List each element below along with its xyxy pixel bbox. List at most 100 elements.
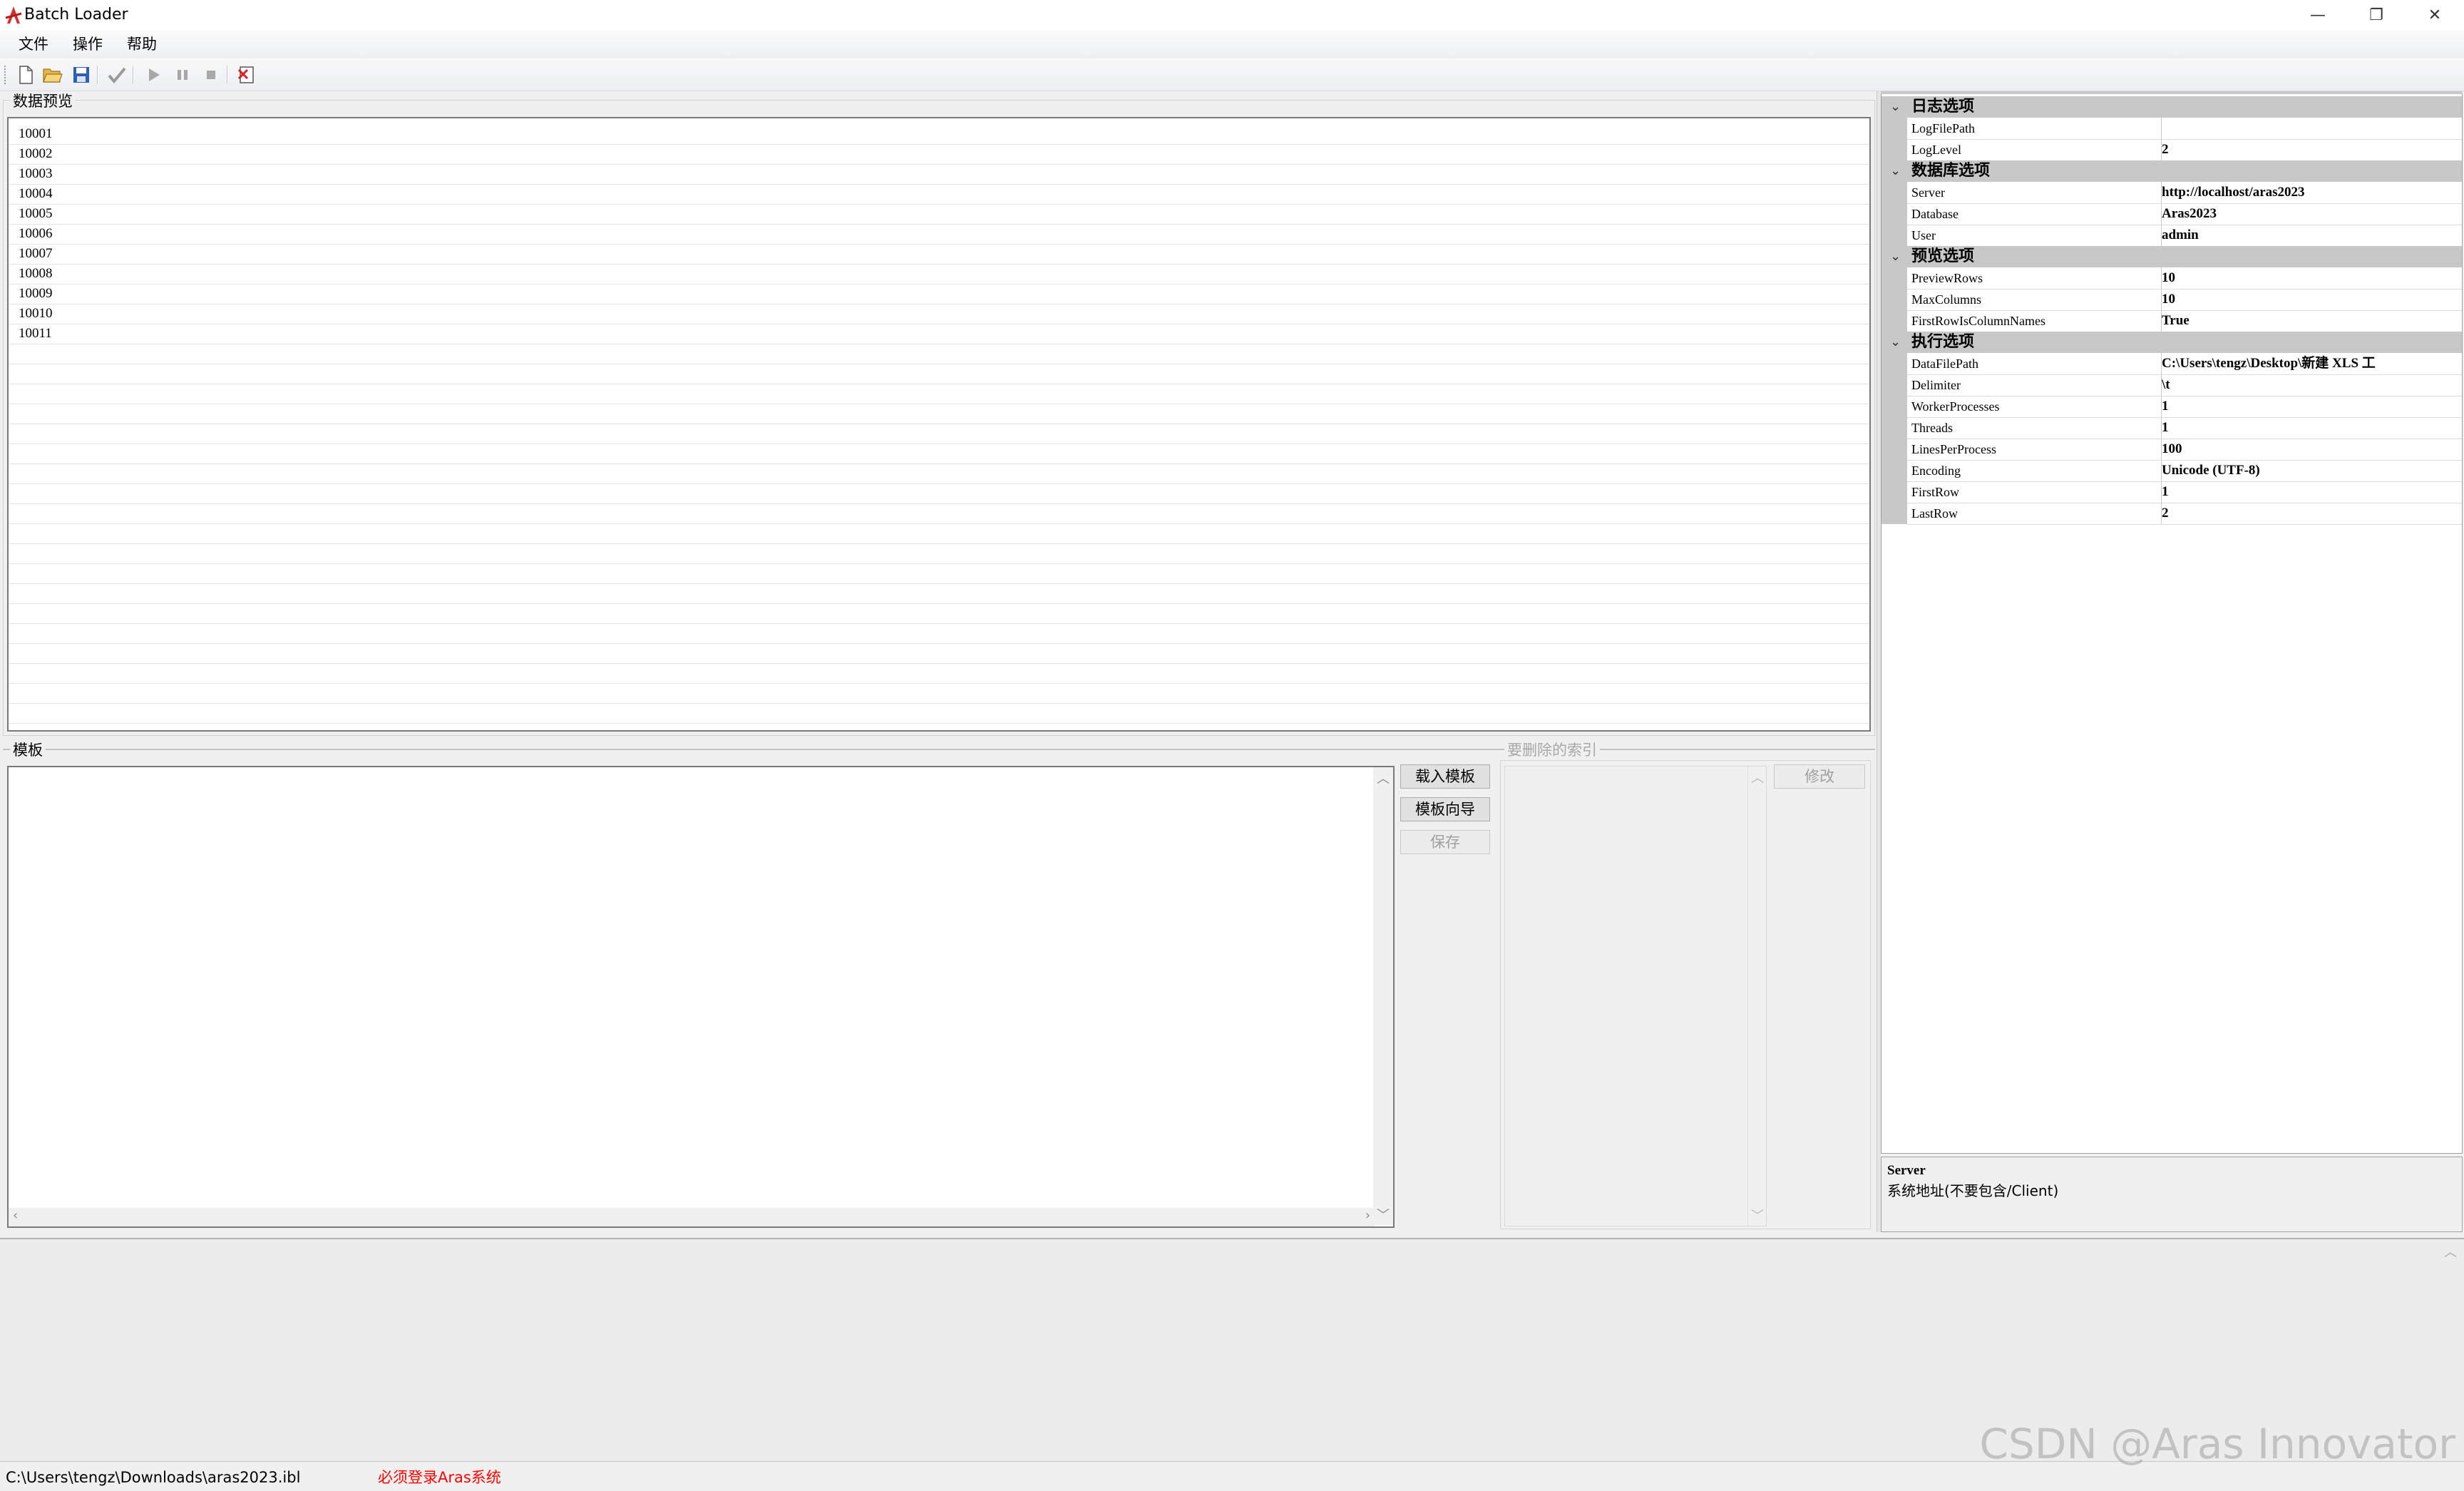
property-value[interactable]: 10 bbox=[2157, 267, 2462, 290]
property-category[interactable]: ⌄ 执行选项 bbox=[1882, 332, 2462, 353]
property-category[interactable]: ⌄ 日志选项 bbox=[1882, 96, 2462, 118]
collapse-chevron-icon[interactable]: ⌄ bbox=[1890, 332, 1901, 353]
property-row[interactable]: LogFilePath bbox=[1882, 118, 2462, 140]
menu-file[interactable]: 文件 bbox=[16, 33, 51, 56]
preview-row[interactable] bbox=[9, 483, 1869, 504]
property-row[interactable]: Threads 1 bbox=[1882, 417, 2462, 439]
preview-row[interactable] bbox=[9, 404, 1869, 424]
scroll-down-icon[interactable]: ﹀ bbox=[1748, 1206, 1767, 1224]
property-row[interactable]: WorkerProcesses 1 bbox=[1882, 396, 2462, 418]
open-folder-icon[interactable] bbox=[41, 63, 64, 86]
preview-row[interactable] bbox=[9, 523, 1869, 544]
scroll-right-icon[interactable]: › bbox=[1365, 1208, 1370, 1223]
scroll-up-icon[interactable]: ︿ bbox=[1748, 768, 1767, 787]
data-preview-list[interactable]: 10001 10002 10003 10004 10005 10006 10007 10008… bbox=[7, 117, 1871, 732]
template-horizontal-scrollbar[interactable]: ‹ › bbox=[9, 1208, 1375, 1226]
property-value[interactable]: Aras2023 bbox=[2157, 203, 2462, 225]
menu-help[interactable]: 帮助 bbox=[124, 33, 160, 56]
property-row[interactable]: Database Aras2023 bbox=[1882, 203, 2462, 225]
scroll-up-icon[interactable]: ︿ bbox=[2441, 1242, 2460, 1261]
property-row[interactable]: LinesPerProcess 100 bbox=[1882, 439, 2462, 461]
index-vertical-scrollbar[interactable]: ︿ ﹀ bbox=[1747, 767, 1766, 1226]
template-editor[interactable]: ︿ ﹀ ‹ › bbox=[7, 766, 1395, 1228]
property-row[interactable]: LogLevel 2 bbox=[1882, 139, 2462, 161]
property-row[interactable]: FirstRowIsColumnNames True bbox=[1882, 310, 2462, 332]
property-value[interactable]: 100 bbox=[2157, 439, 2462, 461]
property-value[interactable]: 10 bbox=[2157, 289, 2462, 311]
property-value[interactable]: \t bbox=[2157, 374, 2462, 396]
property-value[interactable]: 2 bbox=[2157, 503, 2462, 525]
preview-row[interactable] bbox=[9, 503, 1869, 524]
menu-operation[interactable]: 操作 bbox=[70, 33, 106, 56]
property-category[interactable]: ⌄ 数据库选项 bbox=[1882, 160, 2462, 182]
preview-row[interactable]: 10010 bbox=[9, 304, 1869, 324]
preview-row[interactable] bbox=[9, 663, 1869, 684]
save-template-button[interactable]: 保存 bbox=[1400, 830, 1490, 854]
preview-row[interactable]: 10003 bbox=[9, 164, 1869, 185]
preview-row[interactable]: 10001 bbox=[9, 124, 1869, 145]
property-value[interactable]: Unicode (UTF-8) bbox=[2157, 460, 2462, 482]
preview-row[interactable] bbox=[9, 643, 1869, 664]
preview-row[interactable] bbox=[9, 703, 1869, 724]
preview-row[interactable] bbox=[9, 543, 1869, 564]
preview-row[interactable] bbox=[9, 463, 1869, 484]
index-list[interactable]: ︿ ﹀ bbox=[1504, 766, 1767, 1226]
preview-row[interactable] bbox=[9, 683, 1869, 704]
close-button[interactable]: ✕ bbox=[2406, 0, 2464, 30]
preview-row[interactable] bbox=[9, 563, 1869, 584]
preview-row[interactable]: 10006 bbox=[9, 224, 1869, 245]
preview-row[interactable] bbox=[9, 384, 1869, 404]
scroll-down-icon[interactable]: ﹀ bbox=[1373, 1205, 1393, 1224]
preview-row[interactable] bbox=[9, 583, 1869, 604]
check-icon[interactable] bbox=[106, 63, 128, 86]
scroll-up-icon[interactable]: ︿ bbox=[1373, 769, 1393, 787]
property-row[interactable]: Delimiter \t bbox=[1882, 374, 2462, 396]
property-row[interactable]: LastRow 2 bbox=[1882, 503, 2462, 525]
preview-row[interactable] bbox=[9, 424, 1869, 444]
preview-row[interactable]: 10002 bbox=[9, 144, 1869, 165]
property-value[interactable]: C:\Users\tengz\Desktop\新建 XLS 工 bbox=[2157, 353, 2462, 375]
property-row[interactable]: FirstRow 1 bbox=[1882, 481, 2462, 503]
property-value[interactable]: http://localhost/aras2023 bbox=[2157, 182, 2462, 204]
stop-icon[interactable] bbox=[200, 63, 222, 86]
preview-row[interactable] bbox=[9, 603, 1869, 624]
save-icon[interactable] bbox=[70, 63, 93, 86]
property-value[interactable]: 1 bbox=[2157, 396, 2462, 418]
run-icon[interactable] bbox=[143, 63, 165, 86]
template-wizard-button[interactable]: 模板向导 bbox=[1400, 797, 1490, 821]
delete-template-icon[interactable] bbox=[235, 63, 258, 86]
property-grid[interactable]: ⌄ 日志选项 LogFilePath LogLevel 2 ⌄ 数据库选项 Server htt… bbox=[1881, 91, 2463, 1154]
property-value[interactable]: admin bbox=[2157, 225, 2462, 247]
preview-row[interactable] bbox=[9, 364, 1869, 384]
pause-icon[interactable] bbox=[171, 63, 194, 86]
minimize-button[interactable]: — bbox=[2289, 0, 2347, 30]
property-row[interactable]: MaxColumns 10 bbox=[1882, 289, 2462, 311]
collapse-chevron-icon[interactable]: ⌄ bbox=[1890, 246, 1901, 267]
template-vertical-scrollbar[interactable]: ︿ ﹀ bbox=[1373, 767, 1393, 1225]
preview-row[interactable]: 10004 bbox=[9, 184, 1869, 205]
preview-row[interactable]: 10005 bbox=[9, 204, 1869, 225]
property-value[interactable] bbox=[2157, 118, 2462, 140]
preview-row[interactable] bbox=[9, 623, 1869, 644]
load-template-button[interactable]: 载入模板 bbox=[1400, 764, 1490, 789]
property-row[interactable]: DataFilePath C:\Users\tengz\Desktop\新建 XL… bbox=[1882, 353, 2462, 375]
collapse-chevron-icon[interactable]: ⌄ bbox=[1890, 96, 1901, 118]
restore-button[interactable]: ❐ bbox=[2347, 0, 2406, 30]
property-row[interactable]: User admin bbox=[1882, 225, 2462, 247]
preview-row[interactable]: 10007 bbox=[9, 244, 1869, 265]
preview-row[interactable] bbox=[9, 444, 1869, 464]
property-row[interactable]: Encoding Unicode (UTF-8) bbox=[1882, 460, 2462, 482]
preview-row[interactable]: 10009 bbox=[9, 284, 1869, 304]
property-category[interactable]: ⌄ 预览选项 bbox=[1882, 246, 2462, 267]
property-row[interactable]: PreviewRows 10 bbox=[1882, 267, 2462, 290]
preview-row[interactable]: 10011 bbox=[9, 324, 1869, 344]
scroll-left-icon[interactable]: ‹ bbox=[13, 1208, 18, 1223]
property-row[interactable]: Server http://localhost/aras2023 bbox=[1882, 182, 2462, 204]
preview-row[interactable] bbox=[9, 344, 1869, 364]
property-value[interactable]: True bbox=[2157, 310, 2462, 332]
property-value[interactable]: 1 bbox=[2157, 417, 2462, 439]
new-file-icon[interactable] bbox=[14, 63, 37, 86]
preview-row[interactable]: 10008 bbox=[9, 264, 1869, 285]
modify-index-button[interactable]: 修改 bbox=[1774, 764, 1865, 789]
property-value[interactable]: 2 bbox=[2157, 139, 2462, 161]
